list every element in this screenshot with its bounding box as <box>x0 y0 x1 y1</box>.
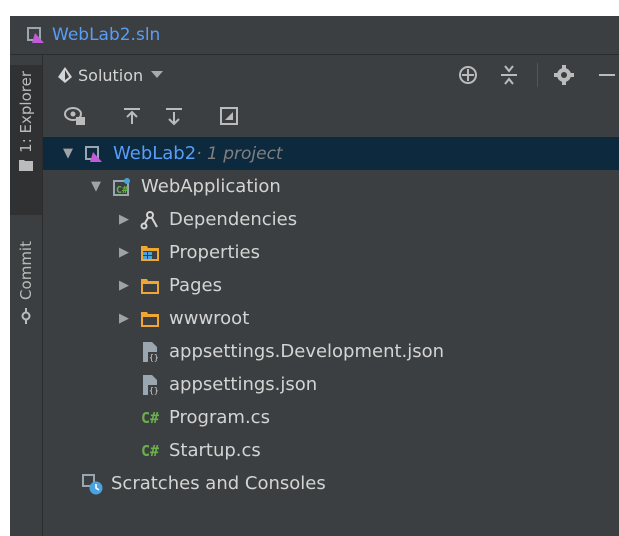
view-selector[interactable]: Solution <box>58 65 164 85</box>
tab-explorer-label: 1: Explorer <box>17 71 35 153</box>
tab-explorer[interactable]: 1: Explorer <box>10 65 42 215</box>
solution-icon <box>83 143 105 165</box>
expand-arrow-icon[interactable]: ▶ <box>117 245 131 260</box>
minimize-icon[interactable] <box>599 74 615 76</box>
dependencies-icon <box>139 209 161 231</box>
title-bar: WebLab2.sln <box>10 16 619 55</box>
scratches-icon <box>81 473 103 495</box>
tree-item-appsettings[interactable]: {} appsettings.json <box>43 368 619 401</box>
tree-item-label: Dependencies <box>169 209 298 230</box>
sync-down-icon[interactable] <box>163 105 185 127</box>
tree-item-label: appsettings.Development.json <box>169 341 445 362</box>
tree-item-wwwroot[interactable]: ▶ wwwroot <box>43 302 619 335</box>
tree-item-dependencies[interactable]: ▶ Dependencies <box>43 203 619 236</box>
locate-icon[interactable] <box>457 64 479 86</box>
expand-arrow-icon[interactable]: ▶ <box>117 278 131 293</box>
tab-commit-label: Commit <box>17 241 35 300</box>
tree-scratches[interactable]: Scratches and Consoles <box>43 467 619 500</box>
folder-icon <box>139 308 161 330</box>
solution-file-icon <box>26 25 46 45</box>
expand-arrow-icon[interactable]: ▶ <box>117 212 131 227</box>
properties-folder-icon <box>139 242 161 264</box>
preview-icon[interactable] <box>218 105 240 127</box>
tree-item-properties[interactable]: ▶ Properties <box>43 236 619 269</box>
gear-icon[interactable] <box>553 64 575 86</box>
tree-item-startup[interactable]: C# Startup.cs <box>43 434 619 467</box>
tab-commit[interactable]: Commit <box>10 235 42 365</box>
tree-item-label: Pages <box>169 275 222 296</box>
svg-text:C#: C# <box>116 185 128 196</box>
csharp-file-icon: C# <box>140 441 160 460</box>
rider-logo-icon <box>58 67 72 83</box>
json-file-icon: {} <box>139 341 161 363</box>
divider <box>537 63 538 87</box>
tree-item-label: appsettings.json <box>169 374 318 395</box>
expand-arrow-icon[interactable]: ▼ <box>89 179 103 194</box>
collapse-all-icon[interactable] <box>499 64 519 86</box>
tree-item-program[interactable]: C# Program.cs <box>43 401 619 434</box>
tool-window-bar: 1: Explorer Commit <box>10 55 43 536</box>
tree-item-label: Program.cs <box>169 407 270 428</box>
json-file-icon: {} <box>139 374 161 396</box>
sync-up-icon[interactable] <box>121 105 143 127</box>
tree-project-label: WebApplication <box>141 176 281 197</box>
explorer-toolbar <box>43 95 619 135</box>
tree-project[interactable]: ▼ C# WebApplication <box>43 170 619 203</box>
explorer-header: Solution <box>43 55 619 95</box>
csharp-project-icon: C# <box>111 176 133 198</box>
commit-icon <box>18 307 34 324</box>
window-title: WebLab2.sln <box>52 25 161 45</box>
tree-item-label: Startup.cs <box>169 440 261 461</box>
show-all-files-icon[interactable] <box>64 105 86 127</box>
explorer-panel: Solution ▼ WebLab2 · 1 project ▼ C# WebA… <box>43 55 619 536</box>
tree-item-appsettings-dev[interactable]: {} appsettings.Development.json <box>43 335 619 368</box>
tree-root[interactable]: ▼ WebLab2 · 1 project <box>43 137 619 170</box>
expand-arrow-icon[interactable]: ▶ <box>117 311 131 326</box>
tree-root-hint: · 1 project <box>196 143 283 164</box>
view-selector-label: Solution <box>78 65 144 85</box>
ide-window: WebLab2.sln 1: Explorer Commit Solution <box>10 16 619 536</box>
folder-icon <box>19 159 33 171</box>
tree-item-pages[interactable]: ▶ Pages <box>43 269 619 302</box>
tree-scratches-label: Scratches and Consoles <box>111 473 326 494</box>
csharp-file-icon: C# <box>140 408 160 427</box>
svg-text:{}: {} <box>149 353 159 362</box>
chevron-down-icon <box>151 71 164 79</box>
tree-root-label: WebLab2 <box>113 143 197 164</box>
tree-item-label: Properties <box>169 242 260 263</box>
tree-item-label: wwwroot <box>169 308 250 329</box>
svg-text:{}: {} <box>149 386 159 395</box>
folder-icon <box>139 275 161 297</box>
expand-arrow-icon[interactable]: ▼ <box>61 146 75 161</box>
